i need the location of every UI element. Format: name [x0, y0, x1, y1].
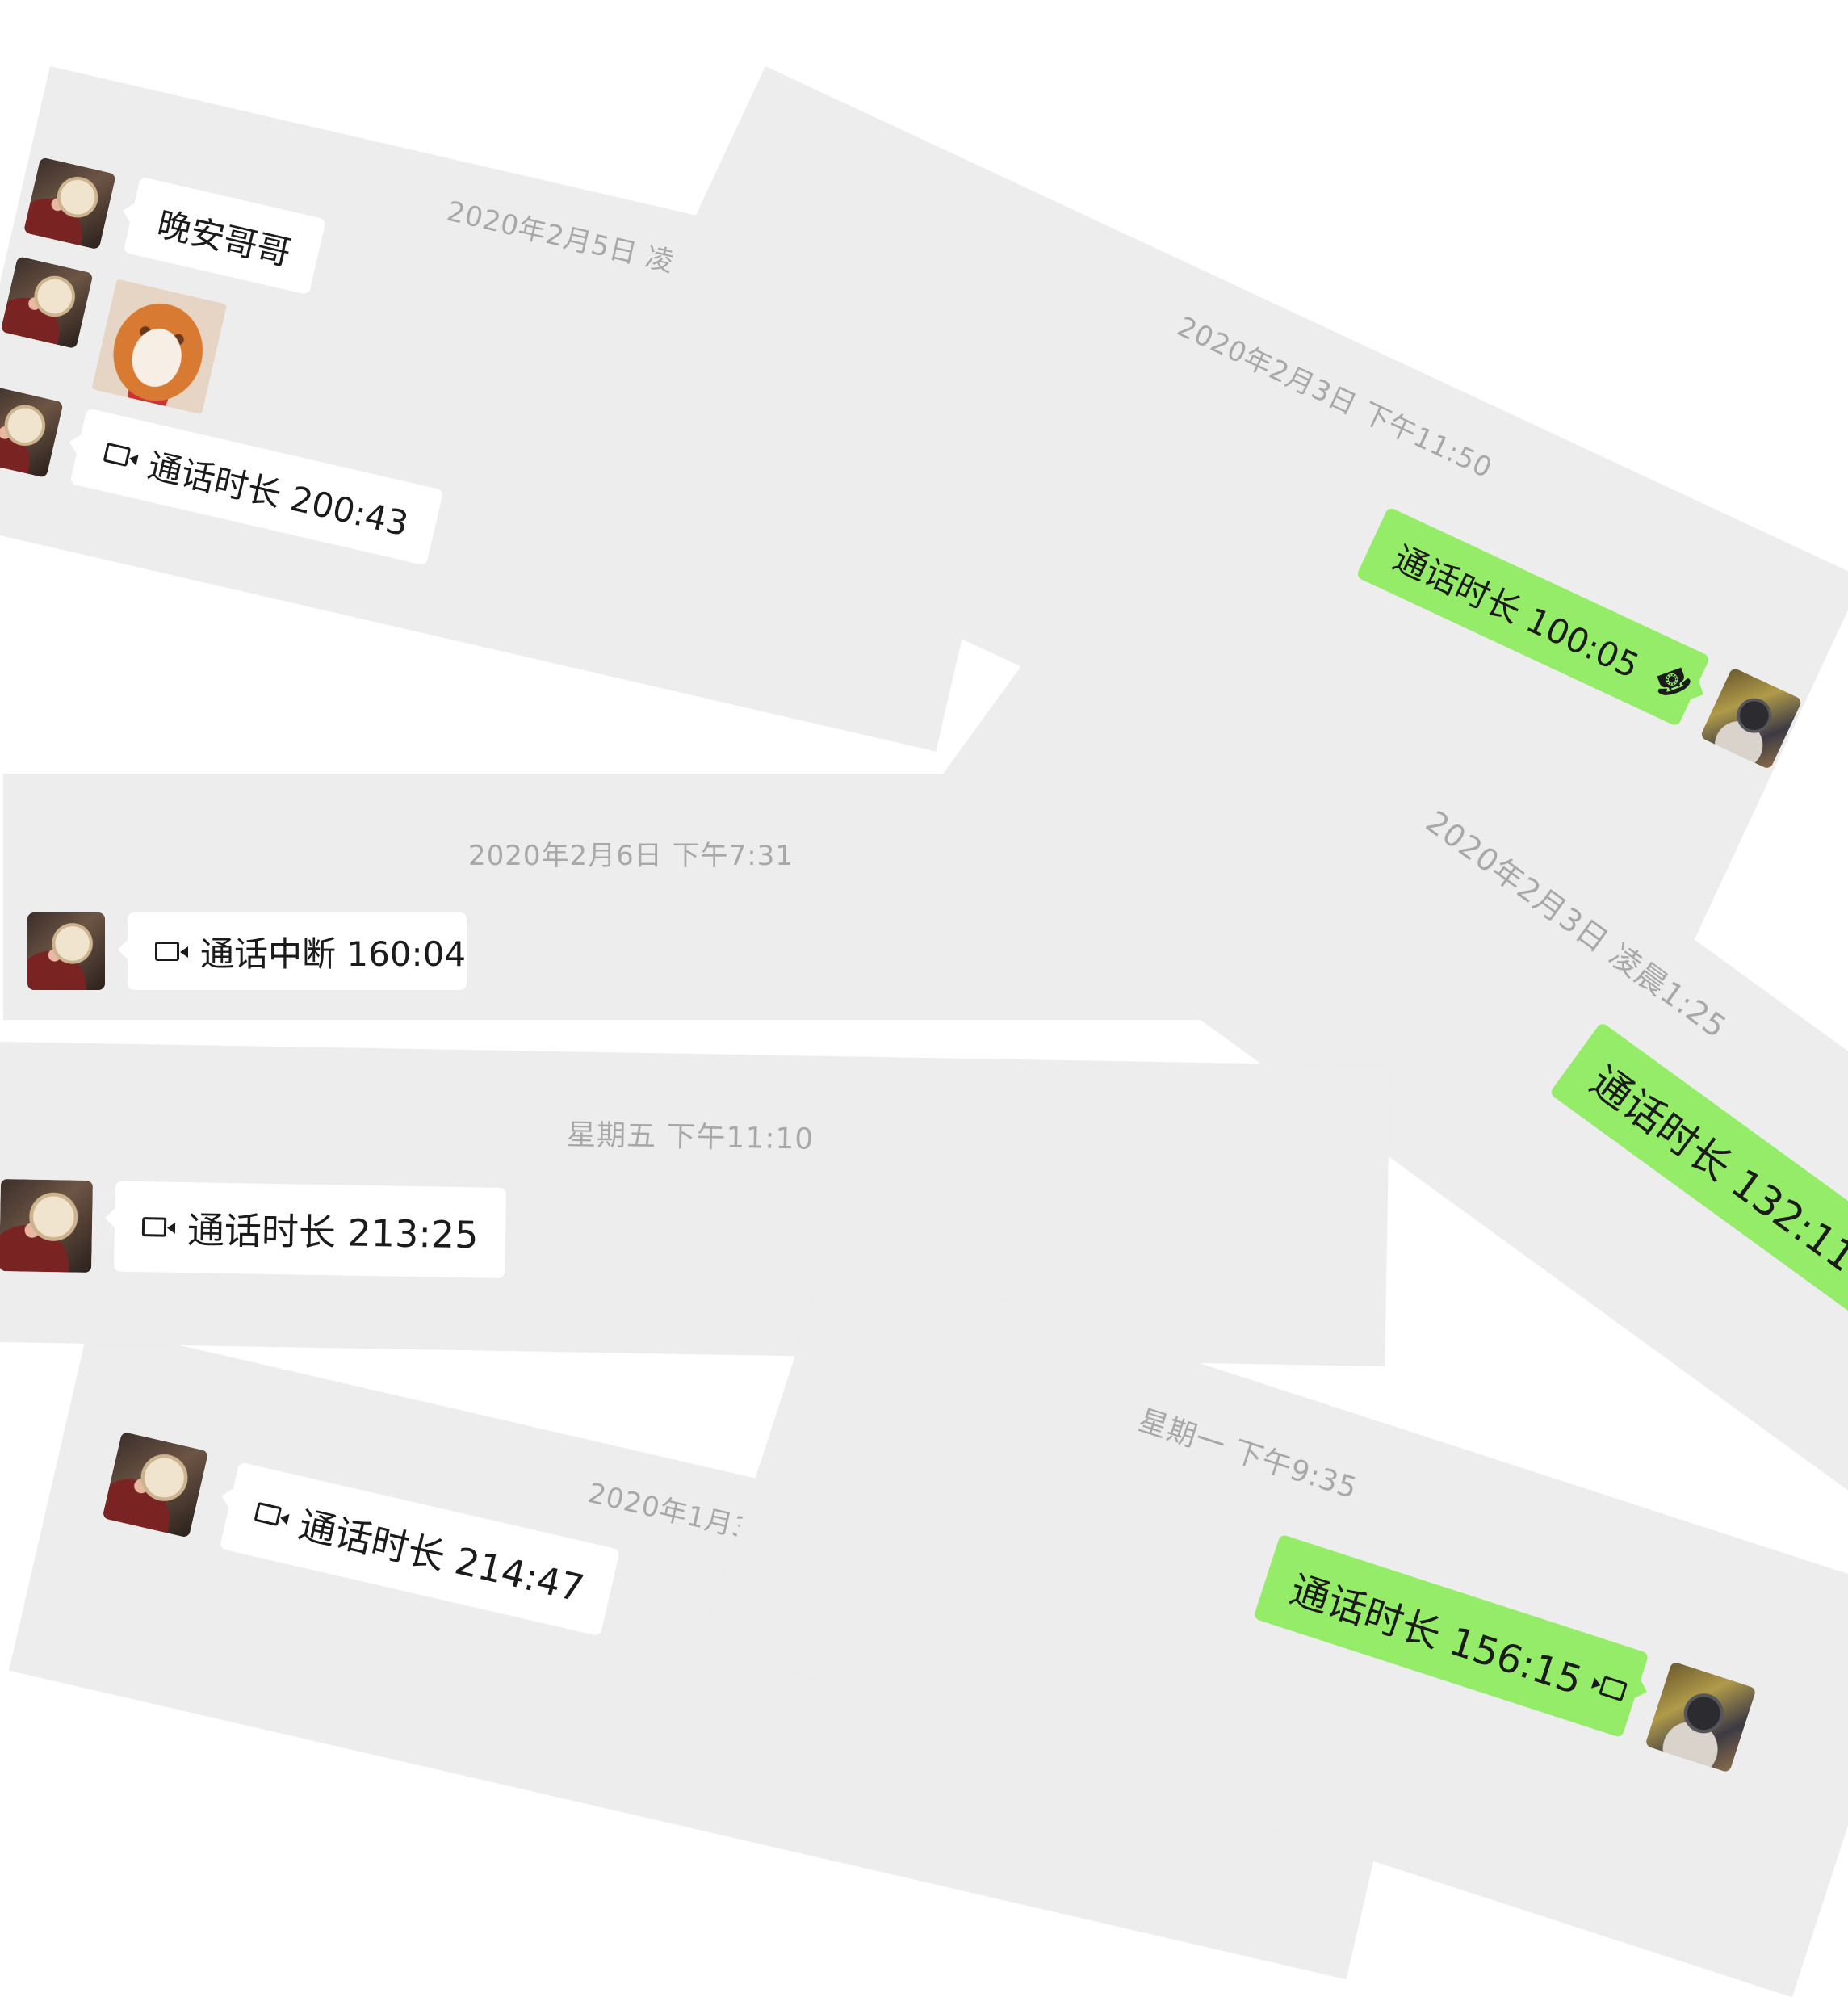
avatar-other[interactable] [27, 912, 105, 990]
voice-call-bubble[interactable]: 通话时长 100:05 ☎ [1356, 506, 1711, 728]
chat-screenshot-feb6: 2020年2月6日 下午7:31 通话中断 160:04 [3, 774, 1211, 1020]
video-camera-icon [141, 1217, 167, 1237]
video-call-bubble[interactable]: 通话时长 214:47 [219, 1462, 621, 1637]
avatar-other[interactable] [0, 384, 64, 478]
message-bubble[interactable]: 晚安哥哥 [123, 176, 327, 296]
avatar-other[interactable] [23, 157, 116, 250]
chat-screenshot-friday: 星期五 下午11:10 通话时长 213:25 [0, 1042, 1390, 1366]
avatar-self[interactable] [1699, 666, 1803, 770]
timestamp: 2020年2月6日 下午7:31 [468, 840, 794, 872]
video-camera-icon [254, 1501, 283, 1526]
timestamp: 星期一 下午9:35 [1134, 1403, 1362, 1506]
video-call-bubble[interactable]: 通话时长 213:25 [114, 1181, 506, 1278]
timestamp: 2020年2月3日 下午11:50 [1172, 310, 1498, 485]
avatar-other[interactable] [102, 1431, 209, 1538]
phone-hangup-icon: ☎ [1649, 658, 1697, 706]
video-camera-icon [155, 942, 188, 961]
avatar-self[interactable] [1645, 1661, 1757, 1773]
shiba-sticker-image[interactable] [91, 279, 228, 415]
avatar-other[interactable] [0, 256, 94, 350]
video-camera-icon [1599, 1676, 1628, 1702]
video-call-bubble[interactable]: 通话时长 132:11 [1548, 1022, 1848, 1317]
video-call-bubble[interactable]: 通话时长 156:15 [1253, 1533, 1649, 1739]
video-call-bubble[interactable]: 通话中断 160:04 [118, 912, 467, 990]
video-call-bubble[interactable]: 通话时长 200:43 [69, 408, 444, 566]
video-camera-icon [103, 442, 132, 468]
timestamp: 星期五 下午11:10 [566, 1118, 815, 1156]
avatar-other[interactable] [0, 1179, 94, 1273]
